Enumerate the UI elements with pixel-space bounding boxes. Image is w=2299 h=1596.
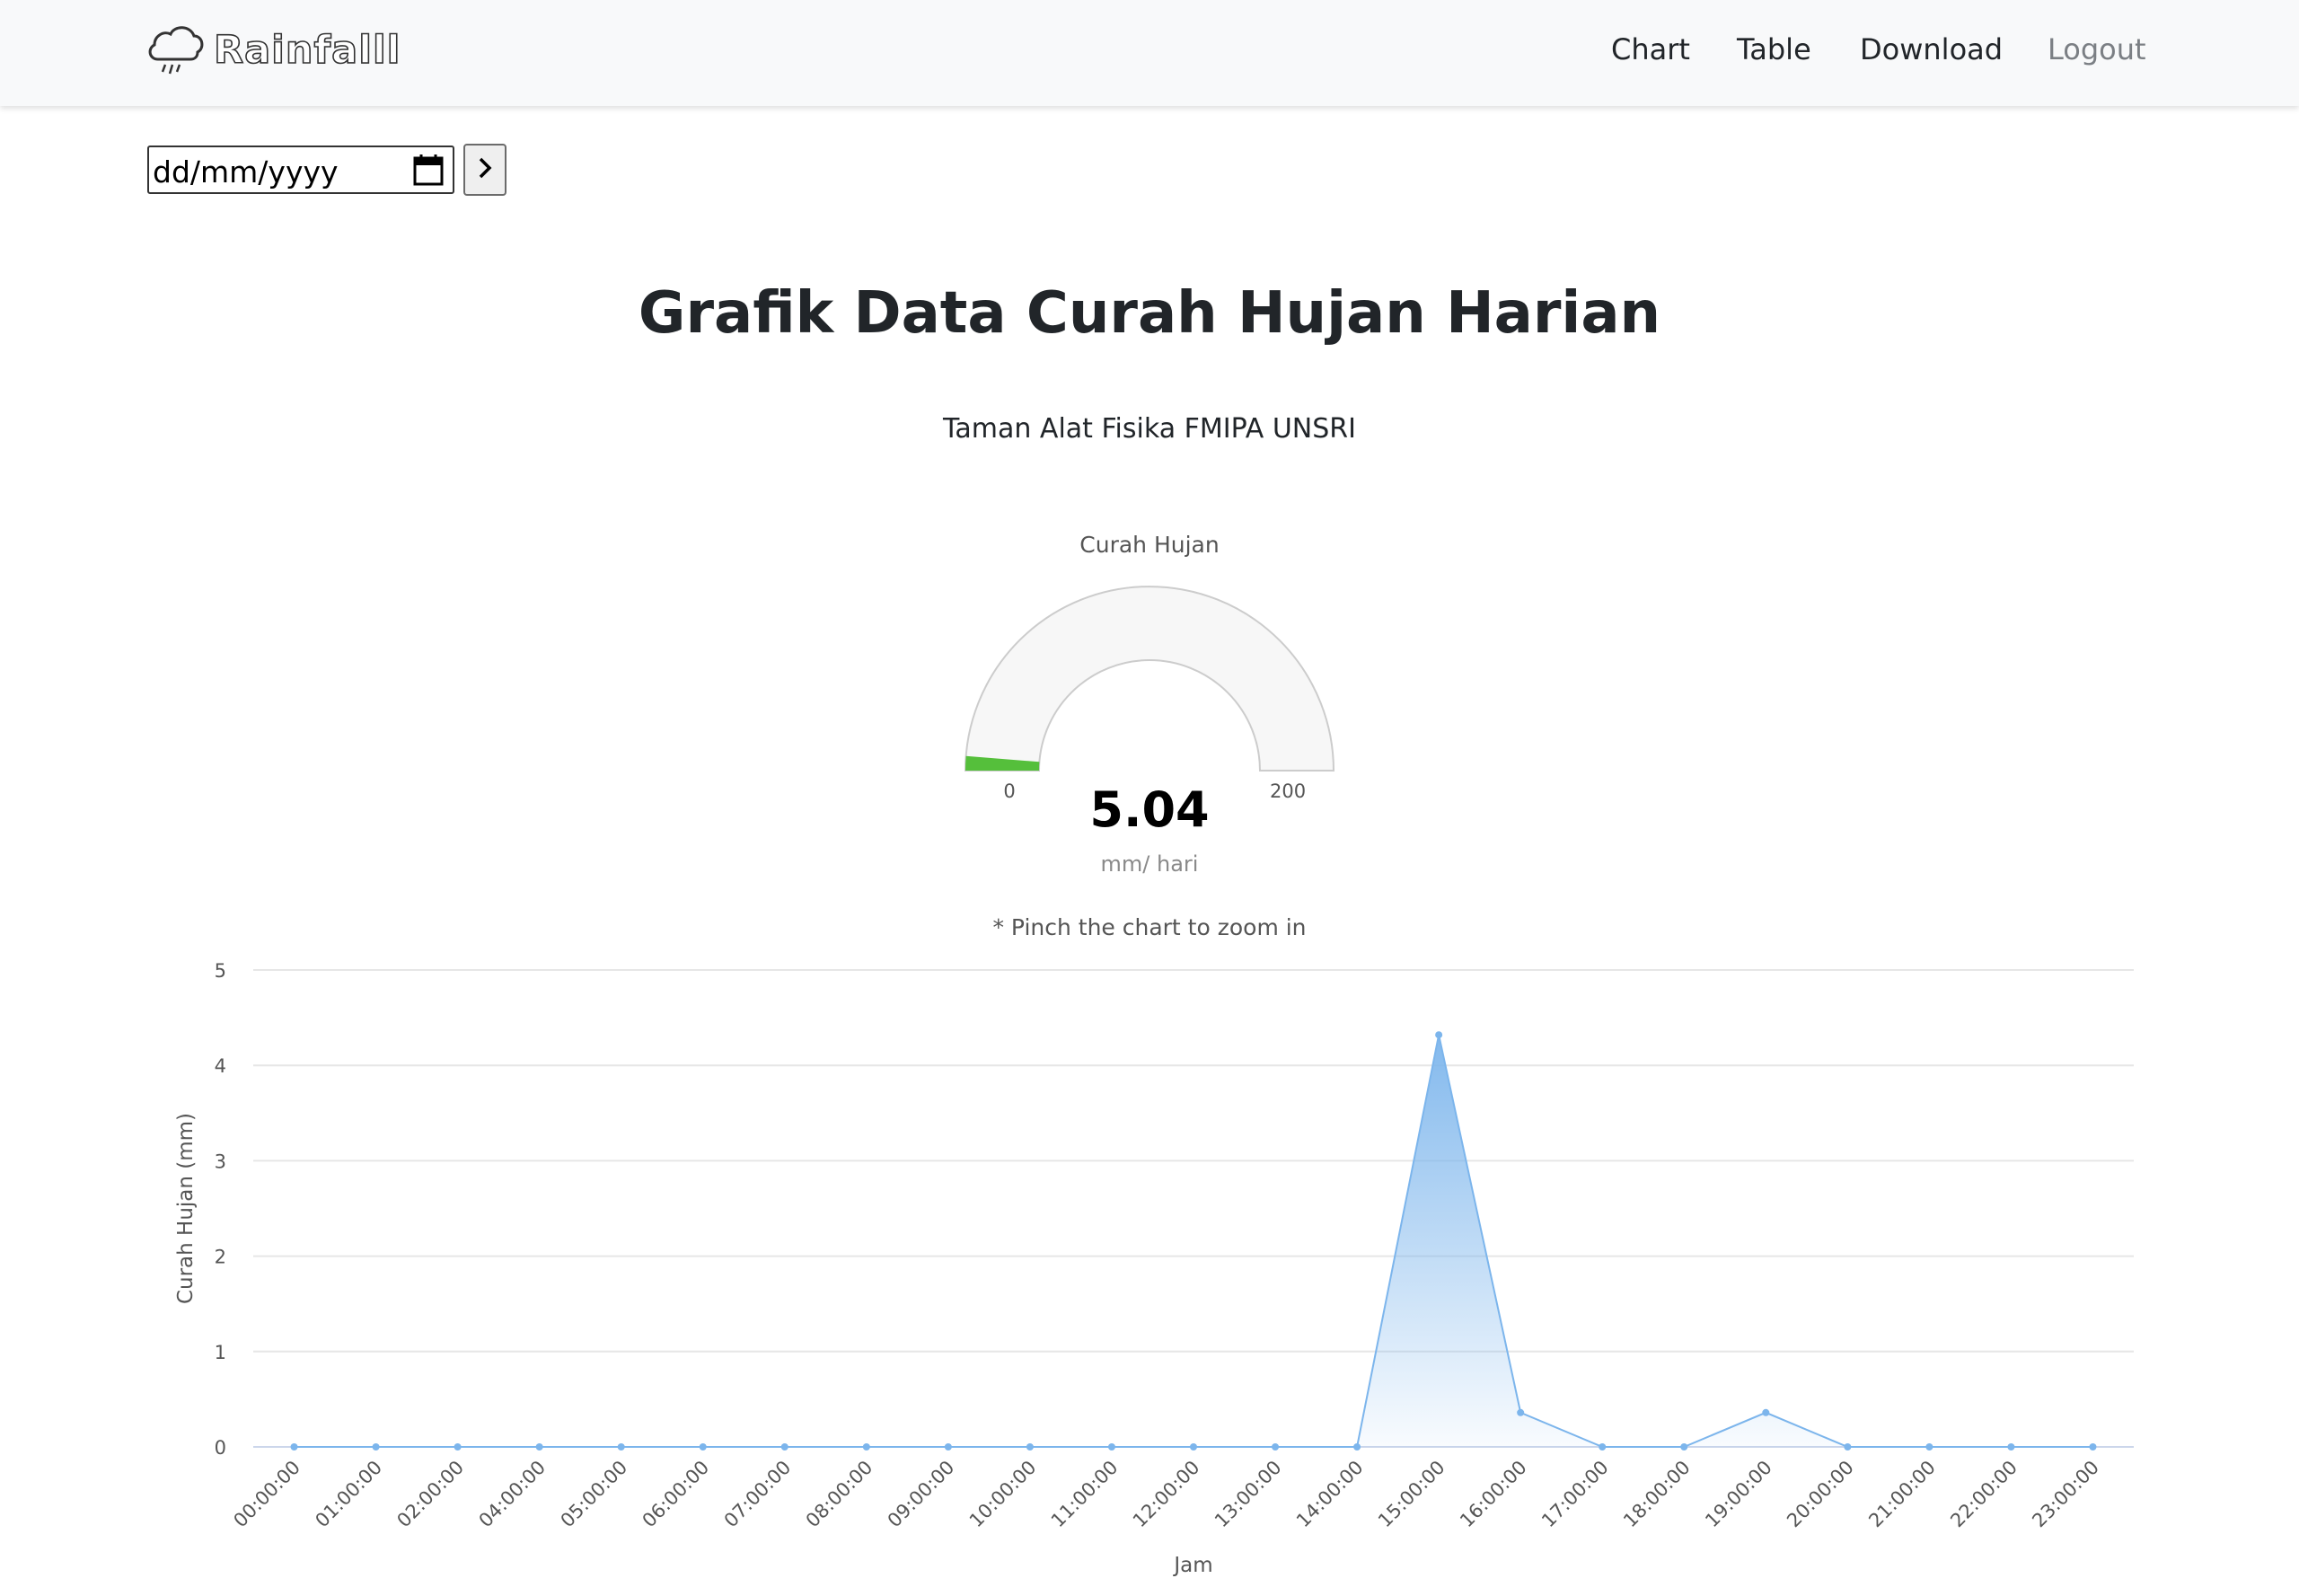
data-point xyxy=(944,1443,952,1451)
calendar-icon[interactable] xyxy=(413,154,444,190)
x-tick-label: 17:00:00 xyxy=(1537,1457,1613,1532)
page-subtitle: Taman Alat Fisika FMIPA UNSRI xyxy=(943,413,1356,445)
x-tick-label: 05:00:00 xyxy=(557,1457,632,1532)
y-tick-label: 0 xyxy=(215,1437,226,1459)
gauge-title: Curah Hujan xyxy=(1079,532,1220,558)
submit-date-button[interactable] xyxy=(463,144,506,196)
y-tick-label: 3 xyxy=(215,1151,226,1172)
x-tick-label: 15:00:00 xyxy=(1374,1457,1449,1532)
page-title: Grafik Data Curah Hujan Harian xyxy=(638,280,1661,347)
data-point xyxy=(535,1443,543,1451)
x-tick-label: 06:00:00 xyxy=(639,1457,714,1532)
nav-logout[interactable]: Logout xyxy=(2048,32,2146,66)
x-tick-label: 23:00:00 xyxy=(2028,1457,2103,1532)
data-point xyxy=(780,1443,788,1451)
date-input[interactable]: dd/mm/yyyy xyxy=(147,145,454,194)
data-point xyxy=(1272,1443,1280,1451)
date-placeholder: dd/mm/yyyy xyxy=(153,154,339,190)
brand-logo[interactable]: Rainfalll xyxy=(145,23,401,77)
x-tick-label: 00:00:00 xyxy=(229,1457,304,1532)
x-tick-label: 01:00:00 xyxy=(311,1457,386,1532)
data-point xyxy=(1517,1408,1525,1416)
brand-name: Rainfalll xyxy=(213,27,401,74)
gauge-unit: mm/ hari xyxy=(1100,851,1199,877)
rain-cloud-icon xyxy=(145,23,205,77)
data-point xyxy=(1762,1408,1770,1416)
x-tick-label: 09:00:00 xyxy=(884,1457,959,1532)
x-tick-label: 02:00:00 xyxy=(392,1457,468,1532)
data-point xyxy=(454,1443,462,1451)
data-point xyxy=(1107,1443,1115,1451)
data-point xyxy=(862,1443,870,1451)
x-tick-label: 20:00:00 xyxy=(1783,1457,1858,1532)
rainfall-chart[interactable]: 0 1 2 3 4 5 00:00:00 01:00:00 02:00:00 04:00:00 05… xyxy=(0,943,2299,1590)
x-tick-label: 13:00:00 xyxy=(1211,1457,1286,1532)
y-tick-label: 4 xyxy=(215,1055,226,1077)
nav-download[interactable]: Download xyxy=(1860,32,2003,66)
x-tick-label: 21:00:00 xyxy=(1864,1457,1940,1532)
data-point xyxy=(1680,1443,1688,1451)
area-fill xyxy=(294,1035,2093,1447)
y-tick-label: 2 xyxy=(215,1247,226,1268)
nav-table[interactable]: Table xyxy=(1737,32,1811,66)
data-point xyxy=(290,1443,298,1451)
x-tick-label: 04:00:00 xyxy=(475,1457,551,1532)
data-point xyxy=(1353,1443,1361,1451)
x-tick-label: 11:00:00 xyxy=(1047,1457,1123,1532)
x-axis-label: Jam xyxy=(1172,1554,1212,1577)
data-point xyxy=(1844,1443,1852,1451)
gauge-value: 5.04 xyxy=(1089,781,1210,838)
nav-chart[interactable]: Chart xyxy=(1611,32,1690,66)
data-point xyxy=(1435,1031,1443,1039)
gauge xyxy=(964,586,1335,772)
data-point xyxy=(699,1443,707,1451)
chevron-right-icon xyxy=(476,156,494,183)
data-point xyxy=(1599,1443,1607,1451)
x-tick-label: 18:00:00 xyxy=(1619,1457,1695,1532)
y-axis-label: Curah Hujan (mm) xyxy=(174,1113,198,1304)
x-tick-label: 22:00:00 xyxy=(1946,1457,2022,1532)
x-tick-label: 14:00:00 xyxy=(1292,1457,1368,1532)
data-point xyxy=(1026,1443,1034,1451)
gauge-background xyxy=(964,586,1335,772)
data-point xyxy=(372,1443,380,1451)
data-point xyxy=(1190,1443,1197,1451)
data-point xyxy=(2007,1443,2015,1451)
data-point xyxy=(617,1443,625,1451)
y-tick-label: 1 xyxy=(215,1342,226,1363)
x-tick-label: 19:00:00 xyxy=(1701,1457,1776,1532)
data-point xyxy=(1925,1443,1933,1451)
x-tick-label: 16:00:00 xyxy=(1456,1457,1531,1532)
x-tick-label: 10:00:00 xyxy=(965,1457,1041,1532)
navbar: Rainfalll Chart Table Download Logout xyxy=(0,0,2299,106)
x-tick-label: 12:00:00 xyxy=(1129,1457,1204,1532)
x-tick-label: 08:00:00 xyxy=(802,1457,877,1532)
y-tick-label: 5 xyxy=(215,960,226,982)
zoom-note: * Pinch the chart to zoom in xyxy=(992,914,1307,940)
x-tick-label: 07:00:00 xyxy=(720,1457,796,1532)
data-point xyxy=(2089,1443,2097,1451)
series-line xyxy=(294,1035,2093,1448)
